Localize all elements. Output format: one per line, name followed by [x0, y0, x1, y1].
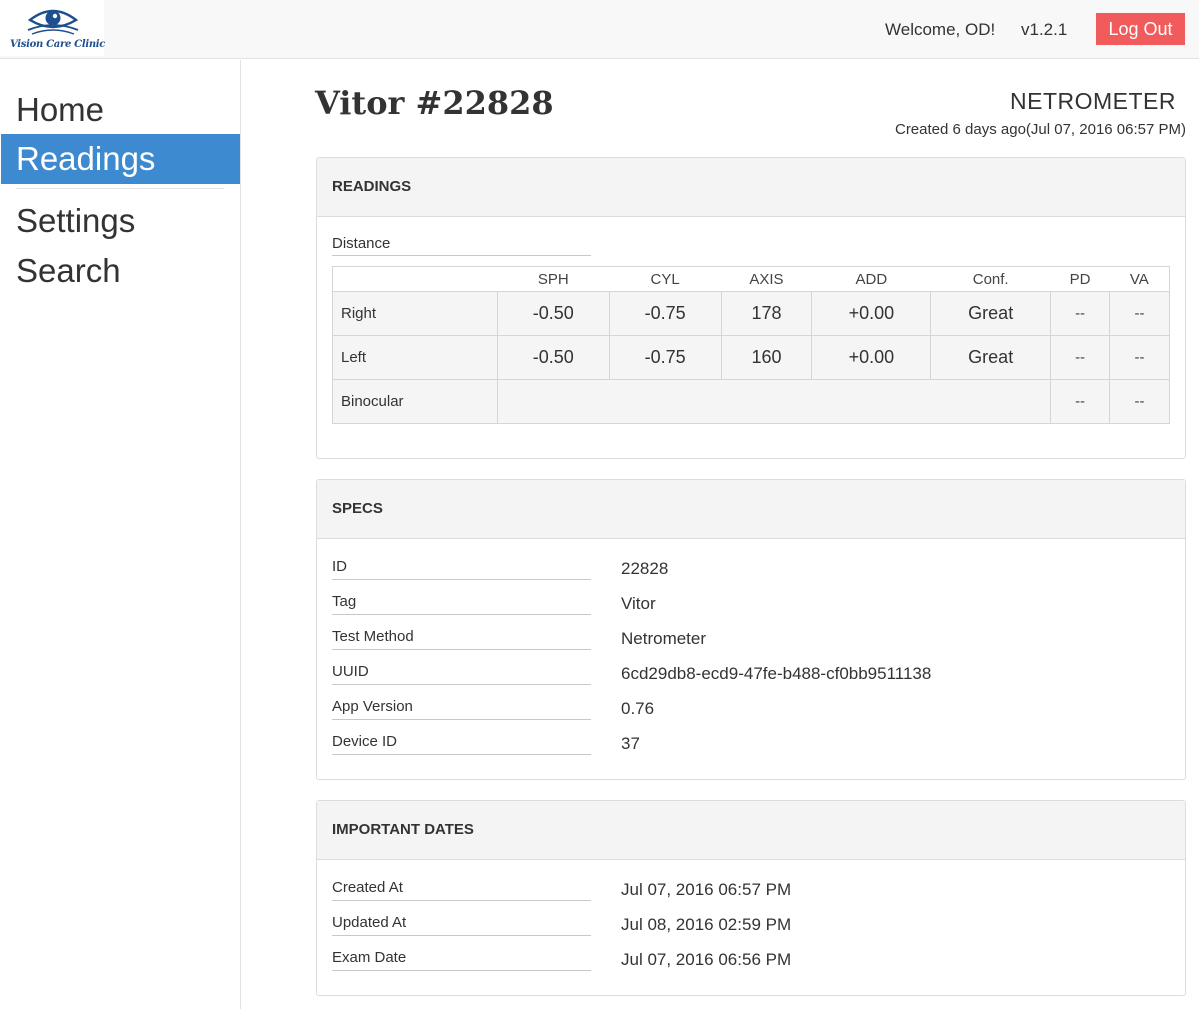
cell-conf: Great: [930, 335, 1052, 380]
logout-button[interactable]: Log Out: [1096, 13, 1185, 45]
cell-axis: 160: [720, 335, 813, 380]
table-row-left: Left -0.50 -0.75 160 +0.00 Great -- --: [332, 335, 1170, 380]
column-header-pd: PD: [1050, 266, 1110, 292]
spec-row-uuid: UUID 6cd29db8-ecd9-47fe-b488-cf0bb951113…: [332, 662, 1172, 697]
spec-row-id: ID 22828: [332, 557, 1172, 592]
sidebar-item-search[interactable]: Search: [1, 246, 240, 296]
logo-text: Vision Care Clinic: [10, 39, 106, 50]
created-timestamp: Created 6 days ago(Jul 07, 2016 06:57 PM…: [894, 121, 1186, 138]
version-label: v1.2.1: [1021, 20, 1068, 39]
spec-value: 37: [621, 734, 640, 753]
column-header-axis: AXIS: [721, 266, 812, 292]
eye-logo-icon: [27, 9, 79, 35]
column-header-add: ADD: [811, 266, 931, 292]
spec-value: 0.76: [621, 699, 655, 718]
cell-pd: --: [1050, 291, 1111, 336]
date-label: Created At: [332, 878, 591, 901]
cell-pd: --: [1050, 379, 1111, 424]
readings-header-row: SPH CYL AXIS ADD Conf. PD VA: [332, 266, 1170, 292]
spec-value: Vitor: [621, 594, 656, 613]
table-row-binocular: Binocular -- --: [332, 379, 1170, 424]
readings-panel-heading: READINGS: [317, 158, 1185, 217]
spec-label: Device ID: [332, 732, 591, 755]
specs-panel: SPECS ID 22828 Tag Vitor Test Method Net…: [316, 479, 1186, 780]
cell-axis: 178: [720, 291, 813, 336]
date-row-exam: Exam Date Jul 07, 2016 06:56 PM: [332, 948, 1172, 983]
spec-label: Tag: [332, 592, 591, 615]
specs-panel-heading: SPECS: [317, 480, 1185, 539]
cell-add: +0.00: [811, 291, 932, 336]
row-label: Left: [332, 335, 498, 380]
spec-value: Netrometer: [621, 629, 707, 648]
dates-panel-heading: IMPORTANT DATES: [317, 801, 1185, 860]
spec-row-app-version: App Version 0.76: [332, 697, 1172, 732]
spec-label: ID: [332, 557, 591, 580]
cell-sph: -0.50: [496, 335, 610, 380]
date-row-created: Created At Jul 07, 2016 06:57 PM: [332, 878, 1172, 913]
spec-label: Test Method: [332, 627, 591, 650]
cell-empty: [496, 379, 1052, 424]
test-method-title: NETROMETER: [1010, 88, 1176, 114]
date-label: Exam Date: [332, 948, 591, 971]
cell-sph: -0.50: [496, 291, 610, 336]
date-label: Updated At: [332, 913, 591, 936]
table-row-right: Right -0.50 -0.75 178 +0.00 Great -- --: [332, 291, 1170, 336]
column-header-cyl: CYL: [609, 266, 722, 292]
date-value: Jul 07, 2016 06:57 PM: [621, 880, 792, 899]
spec-row-device-id: Device ID 37: [332, 732, 1172, 767]
sidebar-item-settings[interactable]: Settings: [1, 196, 240, 246]
column-header-eye: [332, 266, 498, 292]
spec-label: UUID: [332, 662, 591, 685]
spec-row-test-method: Test Method Netrometer: [332, 627, 1172, 662]
column-header-va: VA: [1109, 266, 1170, 292]
cell-conf: Great: [930, 291, 1052, 336]
row-label: Binocular: [332, 379, 498, 424]
sidebar-divider: [16, 188, 224, 189]
cell-cyl: -0.75: [608, 335, 722, 380]
column-header-sph: SPH: [497, 266, 610, 292]
cell-va: --: [1109, 379, 1170, 424]
distance-label: Distance: [332, 235, 591, 256]
cell-pd: --: [1050, 335, 1111, 380]
spec-value: 22828: [621, 559, 669, 578]
sidebar: Home Readings Settings Search: [0, 60, 241, 1009]
cell-va: --: [1109, 335, 1170, 380]
date-value: Jul 07, 2016 06:56 PM: [621, 950, 792, 969]
date-row-updated: Updated At Jul 08, 2016 02:59 PM: [332, 913, 1172, 948]
row-label: Right: [332, 291, 498, 336]
column-header-conf: Conf.: [930, 266, 1051, 292]
sidebar-item-home[interactable]: Home: [1, 85, 240, 135]
top-bar: Vision Care Clinic Welcome, OD! v1.2.1 L…: [0, 0, 1199, 59]
page-title: Vitor #22828: [315, 84, 554, 122]
spec-value: 6cd29db8-ecd9-47fe-b488-cf0bb9511138: [621, 664, 932, 683]
date-value: Jul 08, 2016 02:59 PM: [621, 915, 792, 934]
spec-row-tag: Tag Vitor: [332, 592, 1172, 627]
important-dates-panel: IMPORTANT DATES Created At Jul 07, 2016 …: [316, 800, 1186, 996]
cell-va: --: [1109, 291, 1170, 336]
cell-cyl: -0.75: [608, 291, 722, 336]
readings-panel: READINGS Distance SPH CYL AXIS ADD Conf.…: [316, 157, 1186, 459]
cell-add: +0.00: [811, 335, 932, 380]
sidebar-item-readings[interactable]: Readings: [1, 134, 240, 184]
welcome-text: Welcome, OD!: [885, 20, 996, 39]
readings-table: SPH CYL AXIS ADD Conf. PD VA Right -0.50…: [332, 266, 1170, 424]
clinic-logo[interactable]: Vision Care Clinic: [0, 0, 106, 56]
spec-label: App Version: [332, 697, 591, 720]
